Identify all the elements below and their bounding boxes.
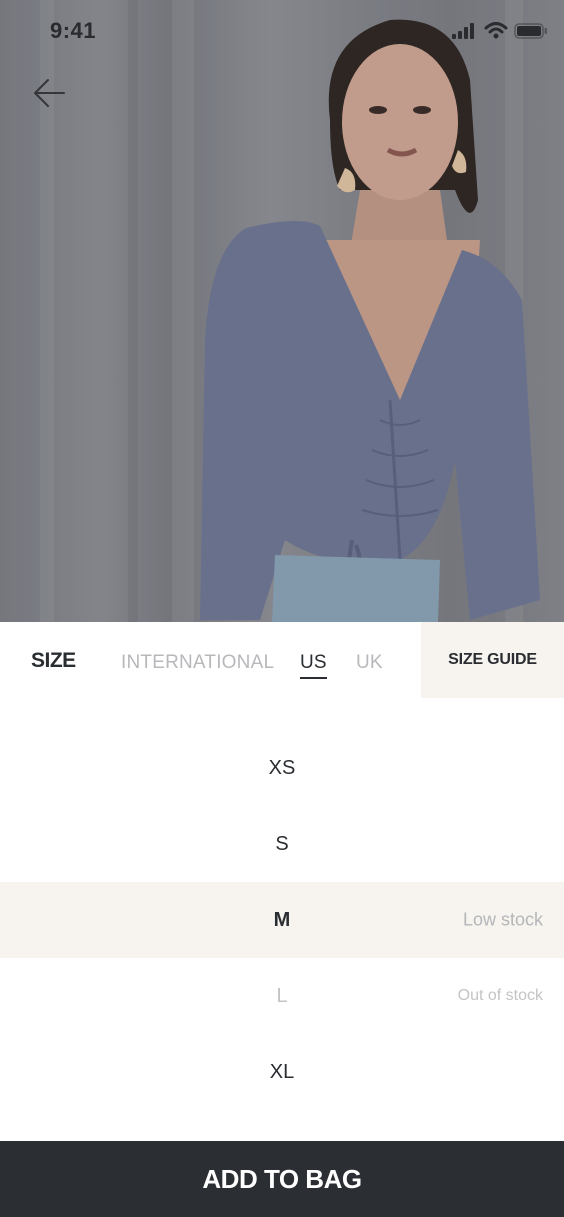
status-time: 9:41 — [50, 18, 97, 43]
status-icons — [452, 22, 548, 39]
size-list: XS S M Low stock L Out of stock XL — [0, 730, 564, 1110]
wifi-icon — [484, 22, 508, 39]
size-label: XS — [268, 756, 296, 779]
size-option-m[interactable]: M Low stock — [0, 882, 564, 958]
stock-status: Out of stock — [457, 987, 543, 1004]
arrow-left-icon — [34, 79, 65, 107]
tab-international[interactable]: INTERNATIONAL — [121, 652, 274, 674]
tab-uk[interactable]: UK — [356, 652, 383, 674]
add-to-bag-button[interactable]: ADD TO BAG — [0, 1141, 564, 1217]
size-label: S — [275, 832, 289, 855]
size-option-xl[interactable]: XL — [0, 1034, 564, 1110]
size-label: M — [273, 908, 291, 931]
size-selector-header: SIZE INTERNATIONAL US UK SIZE GUIDE — [0, 622, 564, 698]
product-hero-image: 9:41 — [0, 0, 564, 622]
back-button[interactable] — [28, 72, 70, 114]
size-title: SIZE — [31, 649, 76, 672]
signal-icon — [452, 22, 474, 39]
size-label: XL — [269, 1060, 295, 1083]
size-guide-button[interactable]: SIZE GUIDE — [421, 622, 564, 698]
size-label: L — [276, 984, 288, 1007]
size-option-xs[interactable]: XS — [0, 730, 564, 806]
tab-us[interactable]: US — [300, 652, 327, 679]
size-option-s[interactable]: S — [0, 806, 564, 882]
stock-status: Low stock — [462, 909, 543, 930]
size-option-l[interactable]: L Out of stock — [0, 958, 564, 1034]
battery-icon — [514, 22, 547, 39]
